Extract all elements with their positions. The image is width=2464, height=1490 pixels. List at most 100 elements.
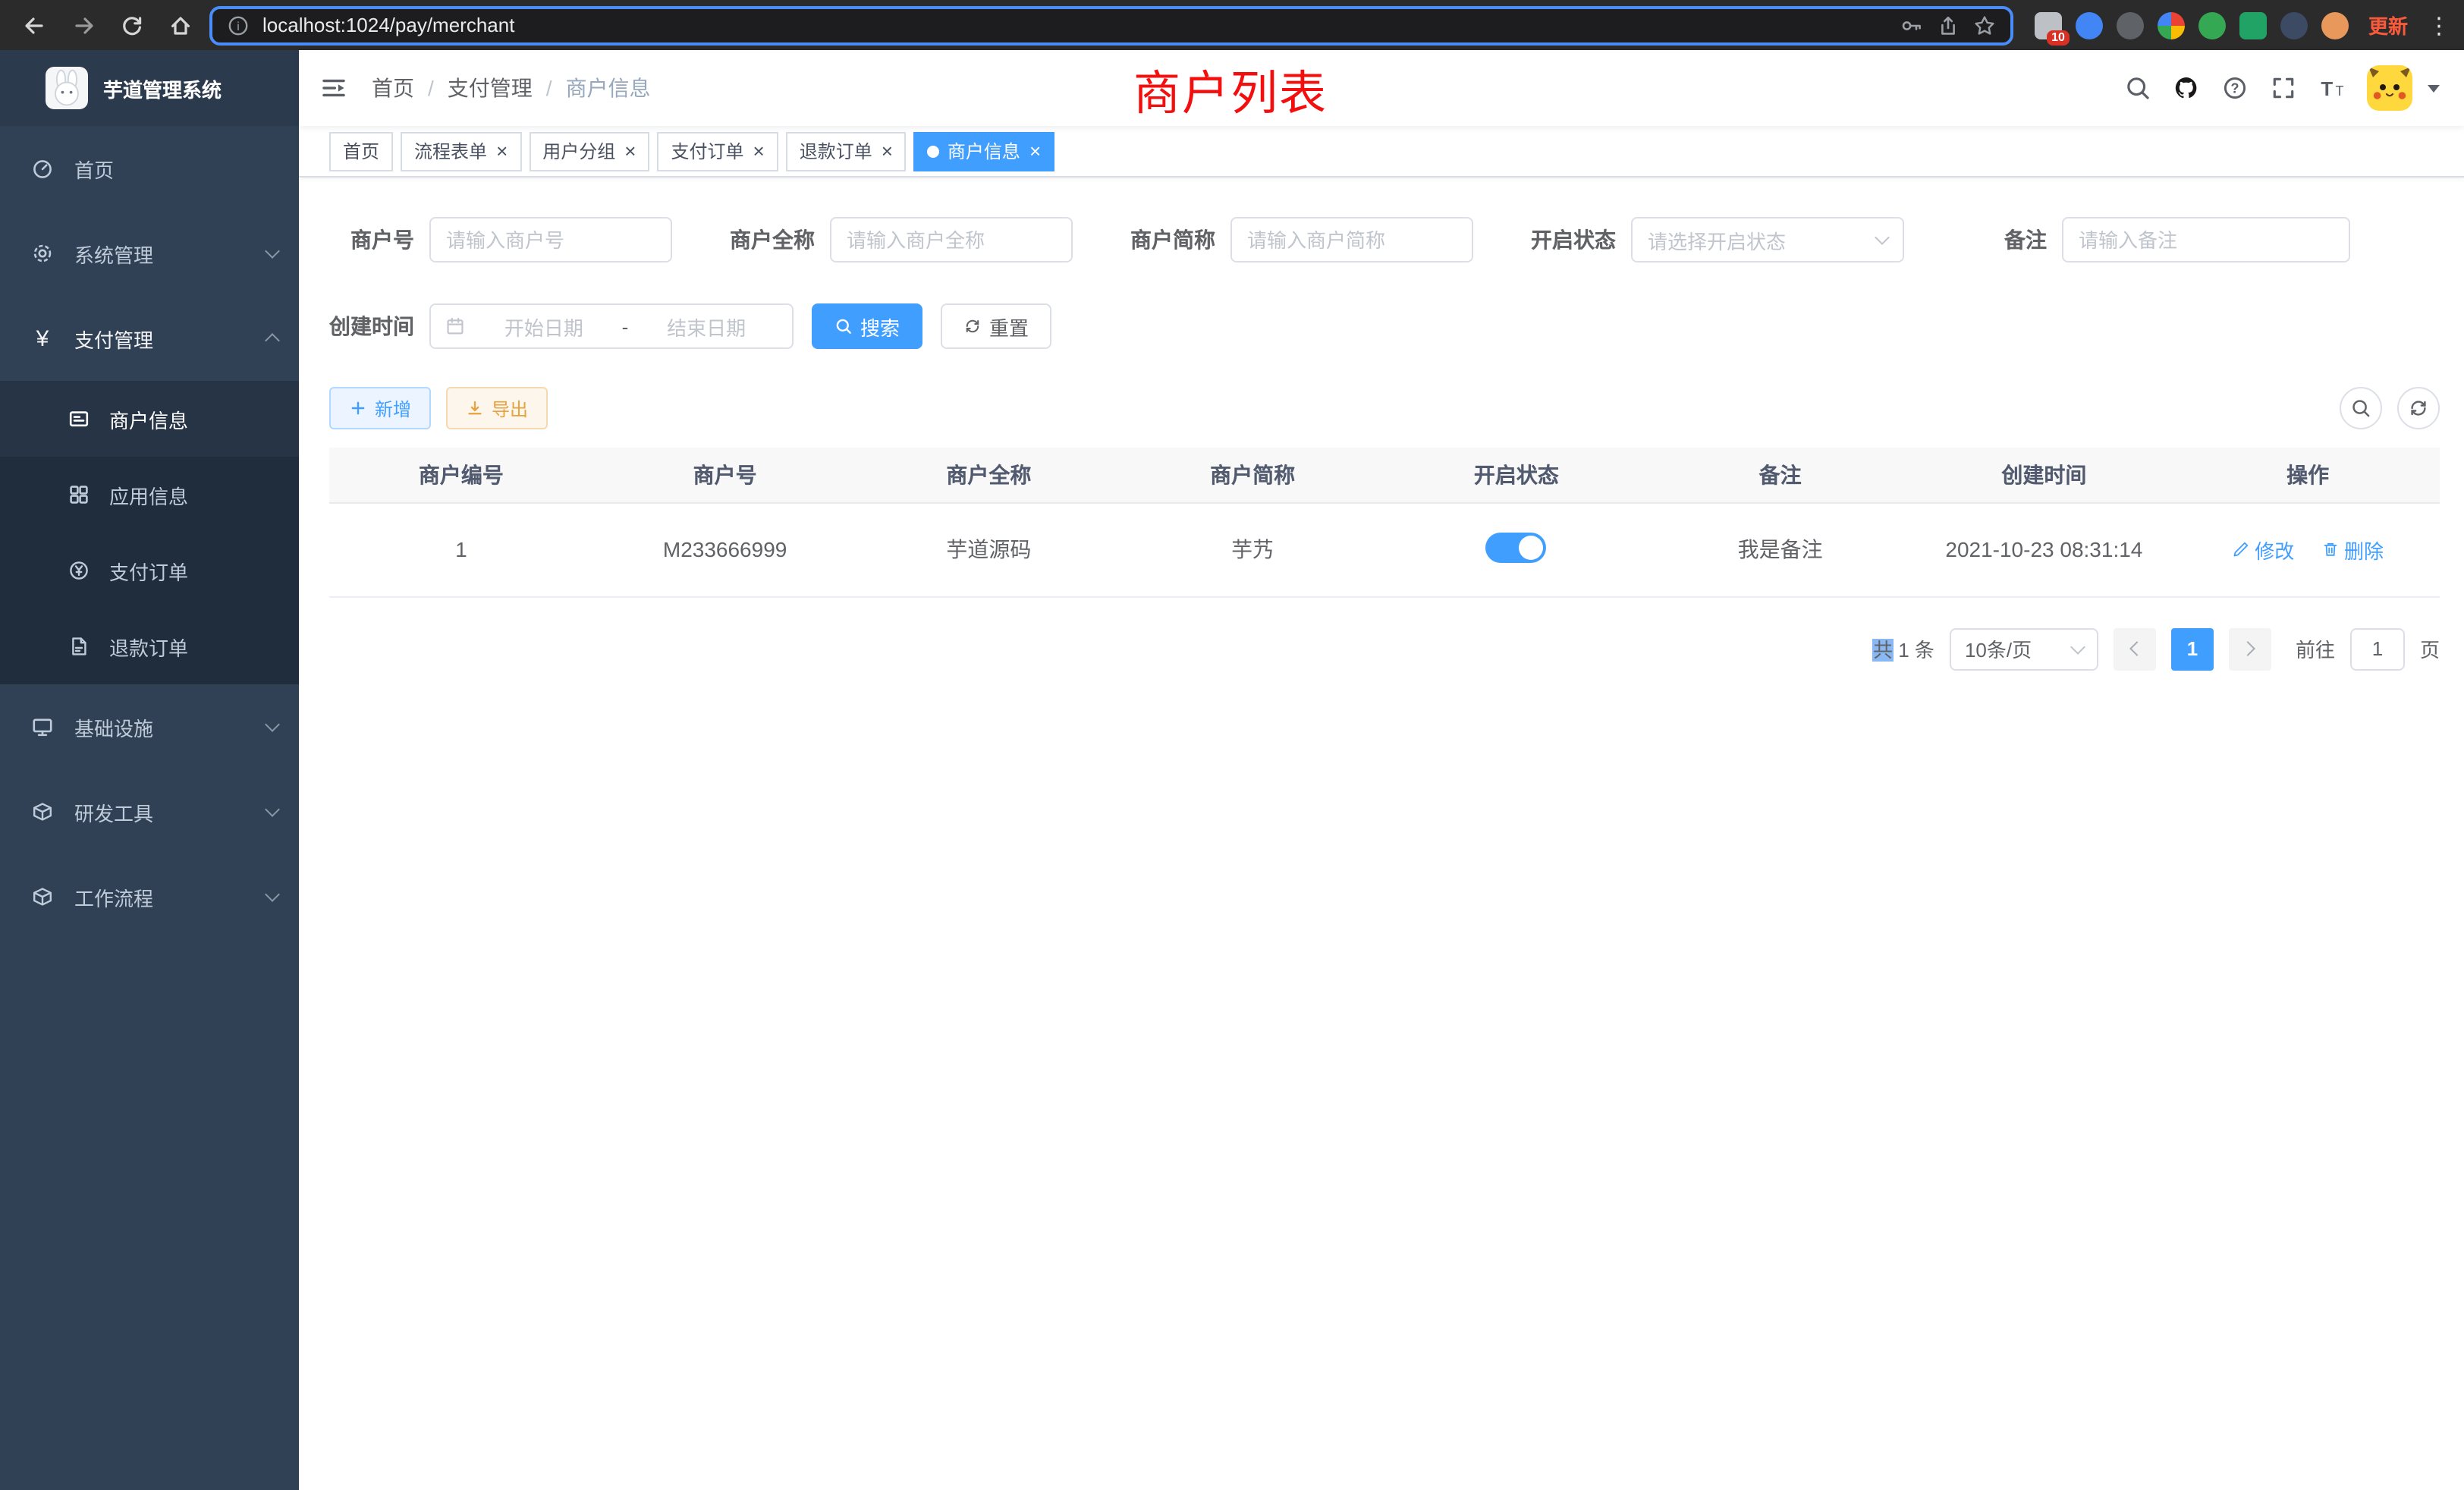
prev-page-button[interactable] bbox=[2114, 627, 2156, 670]
filter-short-name: 商户简称 bbox=[1109, 217, 1473, 262]
extension-icon-multicolor[interactable] bbox=[2158, 11, 2185, 39]
bookmark-star-icon[interactable] bbox=[1972, 13, 1997, 37]
pagination: 共 1 条 10条/页 1 前往 页 bbox=[329, 627, 2440, 670]
sidebar-item-pay-order[interactable]: 支付订单 bbox=[0, 533, 299, 608]
sidebar-item-infra[interactable]: 基础设施 bbox=[0, 684, 299, 769]
logo-rabbit-icon bbox=[46, 67, 88, 109]
font-size-icon[interactable]: TT bbox=[2318, 74, 2346, 102]
extension-icon-dark[interactable] bbox=[2117, 11, 2144, 39]
active-dot bbox=[928, 145, 940, 157]
next-page-button[interactable] bbox=[2229, 627, 2271, 670]
help-icon[interactable]: ? bbox=[2221, 74, 2249, 102]
tab-merchant-info[interactable]: 商户信息 × bbox=[914, 131, 1054, 171]
sidebar-logo[interactable]: 芋道管理系统 bbox=[0, 50, 299, 126]
password-key-icon[interactable] bbox=[1900, 13, 1924, 37]
sidebar-item-payment[interactable]: ¥ 支付管理 bbox=[0, 296, 299, 381]
merchant-no-input[interactable] bbox=[429, 217, 672, 262]
filter-merchant-no: 商户号 bbox=[329, 217, 672, 262]
page-size-select[interactable]: 10条/页 bbox=[1950, 627, 2098, 670]
full-name-input[interactable] bbox=[830, 217, 1073, 262]
sidebar-item-refund-order[interactable]: 退款订单 bbox=[0, 608, 299, 684]
filter-create-time: 创建时间 开始日期 - 结束日期 bbox=[329, 303, 794, 349]
close-icon[interactable]: × bbox=[882, 141, 893, 161]
box-icon bbox=[30, 800, 55, 824]
chevron-down-icon bbox=[2070, 639, 2085, 654]
edit-link[interactable]: 修改 bbox=[2232, 535, 2294, 564]
back-button[interactable] bbox=[15, 5, 55, 45]
tab-refund-order[interactable]: 退款订单 × bbox=[786, 131, 907, 171]
tab-home[interactable]: 首页 bbox=[329, 131, 393, 171]
sidebar-item-workflow[interactable]: 工作流程 bbox=[0, 854, 299, 939]
create-time-range-picker[interactable]: 开始日期 - 结束日期 bbox=[429, 303, 794, 349]
forward-button[interactable] bbox=[64, 5, 103, 45]
url-text[interactable]: localhost:1024/pay/merchant bbox=[262, 14, 1887, 36]
sidebar-item-app-info[interactable]: 应用信息 bbox=[0, 457, 299, 533]
tab-process-form[interactable]: 流程表单 × bbox=[401, 131, 521, 171]
navbar-actions: ? TT bbox=[2124, 65, 2440, 111]
sidebar-item-home[interactable]: 首页 bbox=[0, 126, 299, 211]
close-icon[interactable]: × bbox=[753, 141, 765, 161]
github-icon[interactable] bbox=[2173, 74, 2200, 102]
svg-text:T: T bbox=[2321, 79, 2333, 100]
sidebar-item-system[interactable]: 系统管理 bbox=[0, 211, 299, 296]
caret-down-icon[interactable] bbox=[2428, 84, 2440, 92]
close-icon[interactable]: × bbox=[496, 141, 508, 161]
header-search-icon[interactable] bbox=[2124, 74, 2151, 102]
extension-icon-green-circle[interactable] bbox=[2198, 11, 2226, 39]
refresh-icon bbox=[2408, 398, 2429, 419]
page-unit-label: 页 bbox=[2420, 634, 2440, 663]
merchant-table: 商户编号 商户号 商户全称 商户简称 开启状态 备注 创建时间 操作 1 bbox=[329, 448, 2440, 597]
extension-icon-navy[interactable] bbox=[2280, 11, 2308, 39]
delete-link[interactable]: 删除 bbox=[2321, 535, 2384, 564]
search-button[interactable]: 搜索 bbox=[812, 303, 922, 349]
breadcrumb-home[interactable]: 首页 bbox=[372, 73, 414, 103]
cell-remark: 我是备注 bbox=[1648, 502, 1912, 596]
add-button[interactable]: 新增 bbox=[329, 387, 431, 429]
tab-pay-order[interactable]: 支付订单 × bbox=[657, 131, 778, 171]
search-icon bbox=[834, 317, 853, 335]
extension-icon-blue[interactable] bbox=[2076, 11, 2103, 39]
browser-update-button[interactable]: 更新 bbox=[2368, 11, 2408, 39]
chevron-down-icon bbox=[265, 887, 280, 902]
sidebar: 芋道管理系统 首页 系统管理 ¥ 支付管理 商户信息 bbox=[0, 50, 299, 1490]
close-icon[interactable]: × bbox=[1029, 141, 1041, 161]
col-actions: 操作 bbox=[2176, 448, 2440, 502]
extension-icon-green-square[interactable] bbox=[2239, 11, 2267, 39]
profile-avatar-icon[interactable] bbox=[2321, 11, 2349, 39]
gear-icon bbox=[30, 241, 55, 266]
goto-page-input[interactable] bbox=[2350, 627, 2405, 670]
extension-icon-grid[interactable]: 10 bbox=[2035, 11, 2062, 39]
tab-user-group[interactable]: 用户分组 × bbox=[529, 131, 649, 171]
chevron-down-icon bbox=[265, 717, 280, 732]
toggle-search-button[interactable] bbox=[2340, 387, 2382, 429]
short-name-input[interactable] bbox=[1230, 217, 1473, 262]
filter-full-name: 商户全称 bbox=[709, 217, 1073, 262]
payment-submenu: 商户信息 应用信息 支付订单 退款订单 bbox=[0, 381, 299, 684]
user-avatar[interactable] bbox=[2367, 65, 2412, 111]
close-icon[interactable]: × bbox=[624, 141, 636, 161]
col-remark: 备注 bbox=[1648, 448, 1912, 502]
reload-button[interactable] bbox=[112, 5, 152, 45]
cell-create-time: 2021-10-23 08:31:14 bbox=[1912, 502, 2176, 596]
current-page-button[interactable]: 1 bbox=[2171, 627, 2214, 670]
export-button[interactable]: 导出 bbox=[446, 387, 548, 429]
reload-icon bbox=[120, 13, 144, 37]
status-select[interactable]: 请选择开启状态 bbox=[1631, 217, 1904, 262]
refresh-table-button[interactable] bbox=[2397, 387, 2440, 429]
status-toggle[interactable] bbox=[1486, 532, 1547, 562]
browser-menu-icon[interactable]: ⋮ bbox=[2428, 11, 2449, 39]
home-button[interactable] bbox=[161, 5, 200, 45]
chevron-left-icon bbox=[2129, 641, 2145, 656]
remark-input[interactable] bbox=[2062, 217, 2350, 262]
filter-form-row-2: 创建时间 开始日期 - 结束日期 搜索 重置 bbox=[329, 303, 2440, 349]
hamburger-icon[interactable] bbox=[320, 74, 347, 102]
sidebar-item-devtools[interactable]: 研发工具 bbox=[0, 769, 299, 854]
share-icon[interactable] bbox=[1936, 13, 1960, 37]
sidebar-item-merchant-info[interactable]: 商户信息 bbox=[0, 381, 299, 457]
grid-icon bbox=[67, 483, 91, 507]
fullscreen-icon[interactable] bbox=[2270, 74, 2297, 102]
reset-button[interactable]: 重置 bbox=[941, 303, 1051, 349]
address-bar[interactable]: i localhost:1024/pay/merchant bbox=[209, 5, 2013, 45]
breadcrumb-payment[interactable]: 支付管理 bbox=[448, 73, 533, 103]
site-info-icon[interactable]: i bbox=[226, 13, 250, 37]
